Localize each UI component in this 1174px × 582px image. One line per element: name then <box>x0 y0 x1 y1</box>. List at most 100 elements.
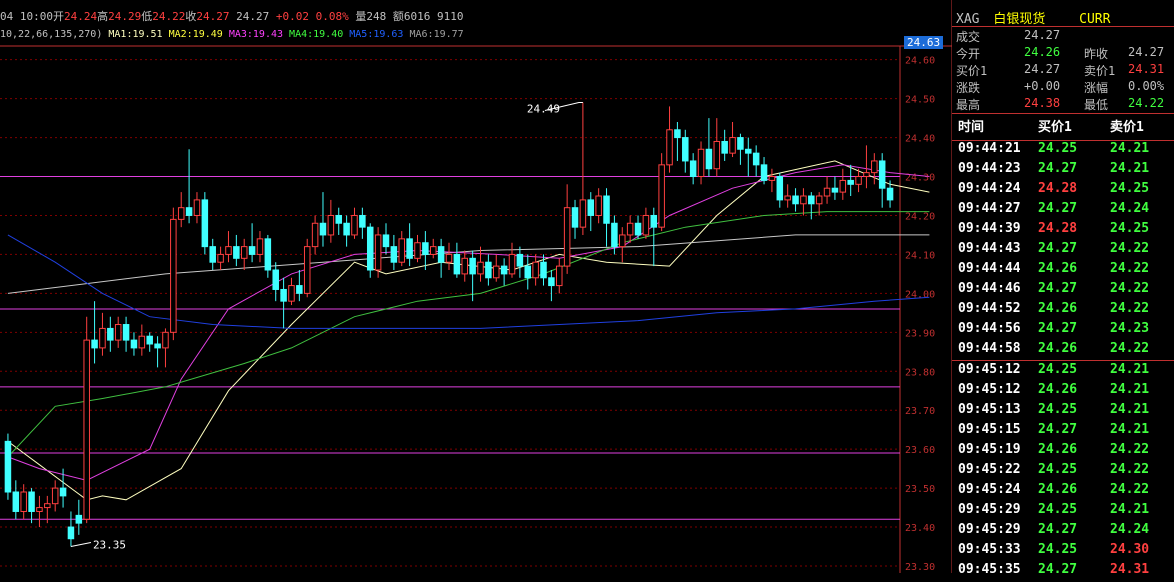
candle-body <box>240 246 248 259</box>
quote-time: 09:44:52 <box>958 301 1021 316</box>
quote-row: 09:44:52 24.26 24.22 <box>956 301 1172 321</box>
candle-body <box>414 242 421 259</box>
candle-body <box>579 199 587 228</box>
candle-body <box>382 234 390 248</box>
y-tick-label: 23.50 <box>905 484 935 495</box>
quote-row: 09:44:43 24.27 24.22 <box>956 241 1172 261</box>
candle-body <box>374 234 382 271</box>
info-value-2: 24.27 <box>1128 45 1165 59</box>
quote-row: 09:44:46 24.27 24.22 <box>956 281 1172 301</box>
candle-body <box>721 140 728 154</box>
quote-bid: 24.25 <box>1038 502 1078 517</box>
candle-body <box>343 222 350 236</box>
quote-time: 09:45:35 <box>958 562 1021 577</box>
change-value: +0.02 <box>275 10 309 23</box>
candle-body <box>366 226 374 271</box>
ma-line-ma2 <box>7 234 930 294</box>
candle-body <box>823 187 831 197</box>
info-value-2: 24.22 <box>1128 96 1165 110</box>
quote-row: 09:44:23 24.27 24.21 <box>956 161 1172 181</box>
low-value: 24.22 <box>152 10 186 23</box>
quote-ask: 24.22 <box>1110 462 1150 477</box>
quote-row: 09:44:58 24.26 24.22 <box>956 341 1172 361</box>
quote-row: 09:44:27 24.27 24.24 <box>956 201 1172 221</box>
quote-ask: 24.21 <box>1110 141 1150 156</box>
candle-body <box>705 148 713 170</box>
candle-body <box>697 148 705 178</box>
candle-body <box>59 487 67 497</box>
quote-header-cell: 卖价1 <box>1110 120 1144 135</box>
quote-time: 09:44:24 <box>958 181 1021 196</box>
quote-row: 09:45:29 24.27 24.24 <box>956 522 1172 542</box>
candle-body <box>642 214 650 236</box>
candle-body <box>67 526 75 540</box>
ma2-legend: MA2:19.49 <box>168 29 223 40</box>
candle-body <box>634 222 642 236</box>
candle-body <box>264 238 272 271</box>
candle-body <box>784 195 791 201</box>
quote-bid: 24.27 <box>1038 562 1078 577</box>
candle-body <box>99 327 106 349</box>
quote-bid: 24.26 <box>1038 341 1078 356</box>
info-label-2: 最低 <box>1084 98 1109 112</box>
candle-body <box>256 238 264 255</box>
quote-row: 09:44:44 24.26 24.22 <box>956 261 1172 281</box>
quote-bid: 24.26 <box>1038 261 1078 276</box>
high-value: 24.29 <box>108 10 142 23</box>
candle-body <box>170 218 177 333</box>
candle-body <box>729 137 736 154</box>
quote-bid: 24.27 <box>1038 161 1078 176</box>
quote-time: 09:45:13 <box>958 402 1021 417</box>
candle-body <box>556 265 563 287</box>
quote-header-cell: 时间 <box>958 120 985 135</box>
candle-body <box>36 507 43 512</box>
quote-ask: 24.22 <box>1110 482 1150 497</box>
quote-ask: 24.22 <box>1110 442 1150 457</box>
quote-row: 09:45:33 24.25 24.30 <box>956 542 1172 562</box>
candle-body <box>461 257 469 275</box>
candle-body <box>122 324 130 341</box>
quote-bid: 24.27 <box>1038 321 1078 336</box>
quote-ask: 24.25 <box>1110 181 1150 196</box>
symbol-tag: CURR <box>1079 12 1111 27</box>
candle-body <box>658 164 665 228</box>
candle-body <box>20 491 27 512</box>
quote-bid: 24.25 <box>1038 402 1078 417</box>
ma3-legend: MA3:19.43 <box>228 29 284 40</box>
quote-ask: 24.21 <box>1110 382 1150 397</box>
quote-time: 09:44:58 <box>958 341 1021 356</box>
candle-body <box>508 253 516 275</box>
quote-header: 时间 买价1 卖价1 <box>956 116 1172 136</box>
quote-bid: 24.26 <box>1038 442 1078 457</box>
candle-body <box>351 214 358 236</box>
ma6-legend: MA6:19.77 <box>409 29 464 40</box>
candle-body <box>760 164 768 181</box>
open-value: 24.24 <box>63 10 98 23</box>
candle-body <box>12 491 20 512</box>
info-label: 涨跌 <box>956 81 981 95</box>
header-time: 04 10:00 <box>0 10 53 23</box>
quote-ask: 24.21 <box>1110 402 1150 417</box>
quote-ask: 24.30 <box>1110 542 1150 557</box>
quote-row: 09:45:13 24.25 24.21 <box>956 402 1172 422</box>
candle-body <box>390 246 398 263</box>
quote-time: 09:44:56 <box>958 321 1021 336</box>
ma-legend: 10,22,66,135,270) MA1:19.51 MA2:19.49 MA… <box>0 29 464 40</box>
quote-row: 09:44:39 24.28 24.25 <box>956 221 1172 241</box>
candle-body <box>469 257 476 275</box>
quote-row: 09:45:35 24.27 24.31 <box>956 562 1172 582</box>
info-value: 24.27 <box>1024 28 1061 42</box>
candle-body <box>233 246 240 259</box>
y-tick-label: 24.50 <box>905 95 935 106</box>
candle-body <box>422 242 429 255</box>
quote-bid: 24.26 <box>1038 382 1078 397</box>
candle-body <box>713 140 721 170</box>
candle-body <box>209 246 216 263</box>
candle-body <box>335 214 342 224</box>
candle-body <box>587 199 595 216</box>
panel-title: XAG 白银现货 CURR <box>956 8 1110 27</box>
candle-body <box>185 207 193 216</box>
candle-body <box>745 148 752 154</box>
y-tick-label: 23.90 <box>905 328 935 339</box>
quote-separator <box>952 360 1174 361</box>
